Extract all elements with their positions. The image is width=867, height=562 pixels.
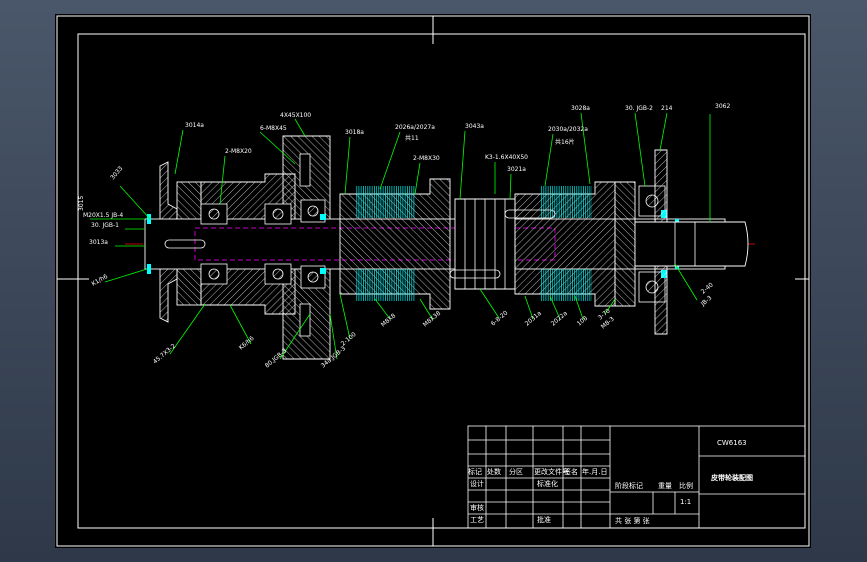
leader-label-l05: 3018a: [345, 129, 364, 136]
leader-label-l38: JB-3: [699, 294, 713, 308]
leader-label-l30: M8X38: [422, 310, 443, 329]
friction-pack-right-bot: [540, 269, 592, 301]
leader-label-l10: 共16片: [555, 138, 575, 146]
leader-line-l13: [659, 112, 668, 151]
leader-line-l15: [119, 185, 151, 220]
leader-line-l08: [459, 130, 466, 200]
header-zone: 分区: [509, 467, 523, 476]
leader-label-l22: 3013a: [89, 239, 108, 246]
drawing-sheet[interactable]: 3014a 2-M8X20 6-M8X45 4X45X100 3018a 2026a/20…: [55, 14, 811, 548]
leader-label-l02: 2-M8X20: [225, 148, 252, 155]
leader-line-l05: [344, 136, 351, 195]
leader-label-l03: 6-M8X45: [260, 125, 287, 132]
title-block-text: CW6163 皮带轮装配图 标记 处数 分区 更改文件号 签名 年.月.日 设计…: [468, 439, 753, 525]
drawing-title: 皮带轮装配图: [710, 473, 753, 482]
drawing-number: CW6163: [717, 439, 747, 447]
header-sign: 签名: [564, 467, 578, 476]
leader-label-l37: 2-40: [700, 281, 715, 295]
leader-label-l25: K6/h6: [238, 335, 256, 352]
leader-label-l18: K3-1.6X40X50: [485, 154, 528, 161]
leader-label-l13: 214: [661, 105, 673, 112]
leader-line-l23: [104, 268, 148, 283]
output-shaft: [634, 221, 749, 267]
leader-label-l19: 3015: [78, 196, 85, 211]
leader-label-l06: 2026a/2027a: [395, 124, 435, 131]
leader-label-l29: M8X8: [380, 312, 398, 328]
leader-line-l17: [509, 173, 512, 200]
leader-line-l11: [580, 112, 591, 185]
leader-label-l15: 3033: [109, 165, 124, 181]
header-date: 年.月.日: [582, 467, 607, 476]
leader-label-l34: 108: [576, 315, 589, 328]
leader-label-l28: 2-100: [340, 331, 358, 348]
leader-line-l01: [174, 129, 184, 175]
leader-label-l16: 2-M8X30: [413, 155, 440, 162]
leader-line-l16: [414, 162, 421, 195]
friction-pack-right-top: [540, 186, 592, 218]
leader-line-l04: [294, 118, 306, 137]
header-mark: 标记: [468, 467, 482, 476]
right-housing: [614, 181, 636, 307]
assembly: [125, 135, 755, 360]
scale-label: 比例: [679, 481, 693, 490]
leader-label-l32: 2031a: [524, 310, 543, 328]
leader-line-l28: [339, 293, 351, 340]
leader-label-l17: 3021a: [507, 166, 526, 173]
leader-label-l09: 2030a/2032a: [548, 126, 588, 133]
friction-pack-left-bot: [355, 269, 415, 301]
row-standard: 标准化: [537, 479, 558, 488]
cad-drawing[interactable]: 3014a 2-M8X20 6-M8X45 4X45X100 3018a 2026a/20…: [55, 14, 811, 548]
leader-label-l31: 6-8-20: [490, 309, 510, 327]
header-count: 处数: [487, 467, 501, 476]
leader-label-l12: 30. JGB-2: [625, 105, 653, 112]
leader-label-l07: 共11: [405, 134, 419, 142]
leader-label-l04: 4X45X100: [280, 112, 311, 119]
leader-label-l23: K1/h6: [91, 273, 110, 288]
viewport: 3014a 2-M8X20 6-M8X45 4X45X100 3018a 2026a/20…: [0, 0, 867, 562]
leader-label-l21: 30. JGB-1: [91, 222, 119, 229]
sheet-count: 共 张 第 张: [615, 516, 650, 525]
row-design: 设计: [470, 479, 484, 488]
leader-label-l20: M20X1.5 JB-4: [83, 212, 123, 219]
leader-label-l33: 2022a: [550, 310, 569, 328]
leader-line-l12: [634, 112, 646, 187]
row-check: 审核: [470, 503, 484, 512]
leader-line-l31: [479, 288, 500, 319]
leader-line-l06: [379, 131, 401, 190]
scale-value: 1:1: [680, 498, 691, 506]
leader-label-l24: 45.7X3-2: [152, 343, 178, 366]
row-process: 工艺: [470, 516, 484, 524]
leader-label-l11: 3028a: [571, 105, 590, 112]
leader-label-l08: 3043a: [465, 123, 484, 130]
stage-mark: 阶段标记: [615, 481, 643, 490]
weight-label: 重量: [658, 482, 672, 490]
leader-label-l14: 3062: [715, 103, 730, 110]
title-block: [467, 425, 806, 529]
leader-label-l01: 3014a: [185, 122, 204, 129]
friction-pack-left-top: [355, 186, 415, 218]
row-approve: 批准: [537, 515, 551, 524]
leader-line-l09: [544, 133, 554, 187]
